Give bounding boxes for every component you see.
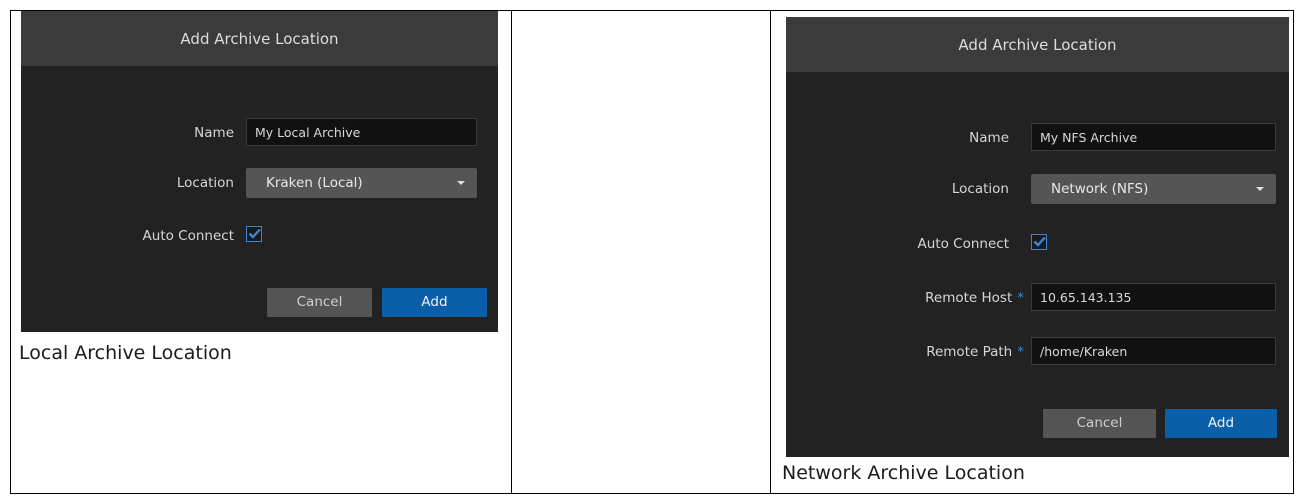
- remote-host-row: Remote Host *: [786, 283, 1289, 313]
- checkmark-icon: [1033, 236, 1046, 247]
- location-label: Location: [951, 181, 1009, 197]
- checkmark-icon: [248, 228, 261, 239]
- documentation-table: Add Archive Location Name Location Krake…: [10, 10, 1294, 494]
- name-input[interactable]: [1031, 123, 1276, 151]
- auto-connect-checkbox[interactable]: [1031, 234, 1047, 250]
- network-caption: Network Archive Location: [782, 462, 1025, 484]
- auto-connect-row: Auto Connect: [21, 221, 498, 251]
- dialog-title: Add Archive Location: [21, 11, 498, 66]
- required-marker: *: [1017, 344, 1024, 360]
- location-select-value: Network (NFS): [1051, 181, 1149, 197]
- location-row: Location Network (NFS): [786, 174, 1289, 204]
- auto-connect-label: Auto Connect: [142, 228, 234, 244]
- dialog-title: Add Archive Location: [786, 17, 1289, 72]
- auto-connect-row: Auto Connect: [786, 229, 1289, 259]
- remote-path-label-text: Remote Path: [926, 344, 1013, 360]
- location-select-value: Kraken (Local): [266, 175, 363, 191]
- local-cell: Add Archive Location Name Location Krake…: [11, 11, 511, 493]
- empty-cell: [512, 11, 770, 493]
- name-label: Name: [969, 130, 1009, 146]
- remote-host-input[interactable]: [1031, 283, 1276, 311]
- auto-connect-checkbox[interactable]: [246, 226, 262, 242]
- remote-path-row: Remote Path *: [786, 337, 1289, 367]
- remote-host-label: Remote Host *: [786, 283, 1024, 313]
- auto-connect-label: Auto Connect: [917, 236, 1009, 252]
- location-select[interactable]: Kraken (Local): [246, 168, 477, 198]
- local-caption: Local Archive Location: [19, 342, 232, 364]
- name-row: Name: [21, 118, 498, 148]
- chevron-down-icon: [457, 181, 465, 185]
- name-label: Name: [194, 125, 234, 141]
- location-select[interactable]: Network (NFS): [1031, 174, 1276, 204]
- remote-host-label-text: Remote Host: [925, 290, 1013, 306]
- add-button[interactable]: Add: [382, 288, 487, 317]
- add-button[interactable]: Add: [1165, 409, 1277, 438]
- cancel-button[interactable]: Cancel: [1043, 409, 1156, 438]
- add-archive-dialog-network: Add Archive Location Name Location Netwo…: [786, 17, 1289, 457]
- add-archive-dialog-local: Add Archive Location Name Location Krake…: [21, 11, 498, 332]
- cancel-button[interactable]: Cancel: [267, 288, 372, 317]
- location-row: Location Kraken (Local): [21, 168, 498, 198]
- remote-path-label: Remote Path *: [786, 337, 1024, 367]
- location-label: Location: [176, 175, 234, 191]
- required-marker: *: [1017, 290, 1024, 306]
- remote-path-input[interactable]: [1031, 337, 1276, 365]
- name-input[interactable]: [246, 118, 477, 146]
- name-row: Name: [786, 123, 1289, 153]
- chevron-down-icon: [1256, 187, 1264, 191]
- network-cell: Add Archive Location Name Location Netwo…: [771, 11, 1294, 493]
